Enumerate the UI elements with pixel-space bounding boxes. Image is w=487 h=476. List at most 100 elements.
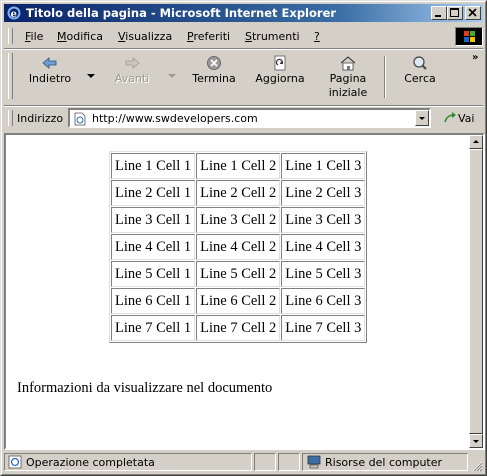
table-cell: Line 7 Cell 2: [196, 315, 281, 341]
search-icon: [413, 56, 427, 70]
table-cell: Line 3 Cell 1: [111, 207, 196, 233]
windows-flag-icon: [464, 31, 475, 42]
refresh-button[interactable]: Aggiorna: [250, 50, 310, 104]
table-cell: Line 5 Cell 1: [111, 261, 196, 287]
menu-file[interactable]: File: [25, 30, 43, 43]
status-pane-2: [254, 453, 276, 471]
table-row: Line 5 Cell 1 Line 5 Cell 2 Line 5 Cell 3: [111, 261, 366, 287]
forward-label: Avanti: [114, 72, 150, 85]
table-cell: Line 5 Cell 3: [281, 261, 366, 287]
menu-visualizza[interactable]: Visualizza: [118, 30, 172, 43]
table-cell: Line 7 Cell 1: [111, 315, 196, 341]
address-dropdown-button[interactable]: [415, 110, 429, 126]
status-pane-zone: Risorse del computer: [302, 453, 468, 471]
stop-button[interactable]: Termina: [184, 50, 244, 104]
address-bar: Indirizzo http://www.swdevelopers.com Va…: [4, 107, 483, 129]
toolbar-grip[interactable]: [8, 53, 13, 99]
standard-toolbar: Indietro Avanti Termina Aggiorna Pagina …: [4, 50, 483, 104]
data-table: Line 1 Cell 1 Line 1 Cell 2 Line 1 Cell 3L…: [109, 151, 368, 343]
document-text: Informazioni da visualizzare nel documen…: [17, 380, 273, 396]
table-row: Line 2 Cell 1 Line 2 Cell 2 Line 2 Cell 3: [111, 180, 366, 206]
page-viewport[interactable]: Line 1 Cell 1 Line 1 Cell 2 Line 1 Cell 3L…: [6, 135, 469, 448]
resize-grip-icon[interactable]: [471, 460, 483, 472]
table-row: Line 7 Cell 1 Line 7 Cell 2 Line 7 Cell 3: [111, 315, 366, 341]
close-icon: [468, 8, 477, 17]
table-cell: Line 3 Cell 2: [196, 207, 281, 233]
window-title: Titolo della pagina - Microsoft Internet…: [26, 6, 337, 20]
table-cell: Line 5 Cell 2: [196, 261, 281, 287]
back-label: Indietro: [28, 72, 72, 85]
go-label: Vai: [458, 112, 475, 125]
table-row: Line 3 Cell 1 Line 3 Cell 2 Line 3 Cell 3: [111, 207, 366, 233]
status-pane-3: [278, 453, 300, 471]
maximize-button[interactable]: [447, 6, 463, 20]
ie-logo-icon[interactable]: e: [7, 6, 21, 20]
table-row: Line 1 Cell 1 Line 1 Cell 2 Line 1 Cell 3: [111, 153, 366, 179]
status-pane-main: Operazione completata: [4, 453, 252, 471]
home-label-line1: Pagina: [329, 72, 367, 85]
home-label-line2: iniziale: [328, 86, 368, 99]
addressbar-grip[interactable]: [8, 110, 13, 126]
search-label: Cerca: [404, 72, 436, 85]
search-button[interactable]: Cerca: [392, 50, 448, 104]
toolbar-more-chevron[interactable]: »: [472, 52, 479, 63]
back-arrow-icon: [42, 57, 57, 69]
address-input[interactable]: http://www.swdevelopers.com: [68, 108, 431, 128]
go-arrow-icon: [444, 112, 456, 123]
table-cell: Line 1 Cell 1: [111, 153, 196, 179]
title-bar[interactable]: e Titolo della pagina - Microsoft Intern…: [4, 4, 483, 22]
forward-arrow-icon: [125, 57, 140, 69]
zone-text: Risorse del computer: [325, 456, 443, 469]
table-cell: Line 4 Cell 3: [281, 234, 366, 260]
table-cell: Line 2 Cell 3: [281, 180, 366, 206]
home-icon: [340, 56, 356, 71]
maximize-icon: [450, 8, 459, 17]
svg-text:e: e: [11, 9, 17, 20]
status-bar: Operazione completata Risorse del comput…: [4, 452, 483, 472]
scroll-up-button[interactable]: [469, 135, 483, 149]
table-cell: Line 6 Cell 2: [196, 288, 281, 314]
table-row: Line 6 Cell 1 Line 6 Cell 2 Line 6 Cell 3: [111, 288, 366, 314]
table-cell: Line 6 Cell 1: [111, 288, 196, 314]
refresh-label: Aggiorna: [255, 72, 305, 85]
refresh-icon: [274, 55, 286, 71]
address-label: Indirizzo: [17, 112, 64, 125]
menubar-grip[interactable]: [8, 28, 13, 44]
table-cell: Line 2 Cell 2: [196, 180, 281, 206]
back-dropdown-arrow[interactable]: [87, 74, 95, 78]
table-cell: Line 6 Cell 3: [281, 288, 366, 314]
minimize-button[interactable]: [431, 6, 447, 20]
back-button[interactable]: Indietro: [16, 50, 84, 104]
table-row: Line 4 Cell 1 Line 4 Cell 2 Line 4 Cell 3: [111, 234, 366, 260]
minimize-icon: [435, 15, 441, 17]
scroll-down-button[interactable]: [469, 434, 483, 448]
page-icon: [74, 112, 86, 126]
toolbar-separator: [384, 56, 386, 98]
stop-label: Termina: [192, 72, 236, 85]
ie-status-icon: [8, 455, 22, 469]
forward-button[interactable]: Avanti: [104, 50, 160, 104]
close-button[interactable]: [465, 6, 481, 20]
menu-strumenti[interactable]: Strumenti: [245, 30, 300, 43]
table-cell: Line 4 Cell 1: [111, 234, 196, 260]
vertical-scrollbar[interactable]: [469, 135, 483, 448]
table-cell: Line 2 Cell 1: [111, 180, 196, 206]
table-cell: Line 7 Cell 3: [281, 315, 366, 341]
forward-dropdown-arrow[interactable]: [168, 74, 176, 78]
table-cell: Line 4 Cell 2: [196, 234, 281, 260]
browser-window: e Titolo della pagina - Microsoft Intern…: [0, 0, 487, 476]
stop-icon: [207, 56, 221, 70]
status-text: Operazione completata: [26, 456, 155, 469]
computer-icon: [307, 455, 321, 469]
address-url: http://www.swdevelopers.com: [92, 112, 258, 125]
menu-modifica[interactable]: Modifica: [57, 30, 103, 43]
table-cell: Line 1 Cell 2: [196, 153, 281, 179]
menu-bar: File Modifica Visualizza Preferiti Strum…: [4, 25, 483, 47]
home-button[interactable]: Pagina iniziale: [318, 50, 378, 104]
scroll-thumb[interactable]: [469, 149, 483, 434]
table-cell: Line 1 Cell 3: [281, 153, 366, 179]
menu-help[interactable]: ?: [314, 30, 320, 43]
table-cell: Line 3 Cell 3: [281, 207, 366, 233]
menu-preferiti[interactable]: Preferiti: [187, 30, 230, 43]
go-button[interactable]: Vai: [440, 110, 480, 126]
